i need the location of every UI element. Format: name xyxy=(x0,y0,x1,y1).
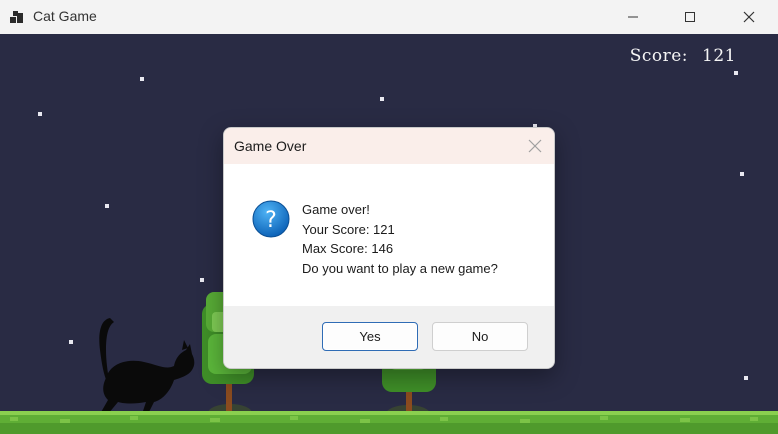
maximize-button[interactable] xyxy=(667,0,713,34)
star xyxy=(69,340,73,344)
close-window-button[interactable] xyxy=(726,0,772,34)
window-title: Cat Game xyxy=(33,8,97,24)
app-icon xyxy=(9,9,25,25)
grass-ground xyxy=(0,411,778,434)
score-value: 121 xyxy=(702,46,736,66)
dialog-footer: Yes No xyxy=(224,306,554,368)
close-icon xyxy=(743,11,755,23)
star xyxy=(744,376,748,380)
star xyxy=(38,112,42,116)
star xyxy=(200,278,204,282)
minimize-button[interactable] xyxy=(610,0,656,34)
question-icon: ? xyxy=(252,200,290,238)
maximize-icon xyxy=(685,12,695,22)
minimize-icon xyxy=(628,16,638,18)
yes-button[interactable]: Yes xyxy=(322,322,418,351)
message-line: Your Score: 121 xyxy=(302,221,395,237)
game-over-dialog: Game Over ? Game over! Your Score: 121 M… xyxy=(223,127,555,369)
dialog-message: Game over! Your Score: 121 Max Score: 14… xyxy=(302,200,498,278)
star xyxy=(734,71,738,75)
close-icon xyxy=(528,139,542,153)
dialog-body: ? Game over! Your Score: 121 Max Score: … xyxy=(224,164,554,306)
score-label: Score: xyxy=(629,46,689,66)
message-line: Max Score: 146 xyxy=(302,241,394,256)
star xyxy=(105,204,109,208)
star xyxy=(140,77,144,81)
window-titlebar: Cat Game xyxy=(0,0,778,34)
message-line: Do you want to play a new game? xyxy=(302,260,498,276)
cat-player xyxy=(99,318,195,414)
score-display: Score: 121 xyxy=(630,46,736,66)
message-line: Game over! xyxy=(302,202,370,217)
star xyxy=(380,97,384,101)
svg-text:?: ? xyxy=(265,208,277,233)
dialog-title: Game Over xyxy=(234,138,307,154)
no-button[interactable]: No xyxy=(432,322,528,351)
star xyxy=(740,172,744,176)
dialog-titlebar: Game Over xyxy=(224,128,554,164)
dialog-close-button[interactable] xyxy=(528,139,542,153)
